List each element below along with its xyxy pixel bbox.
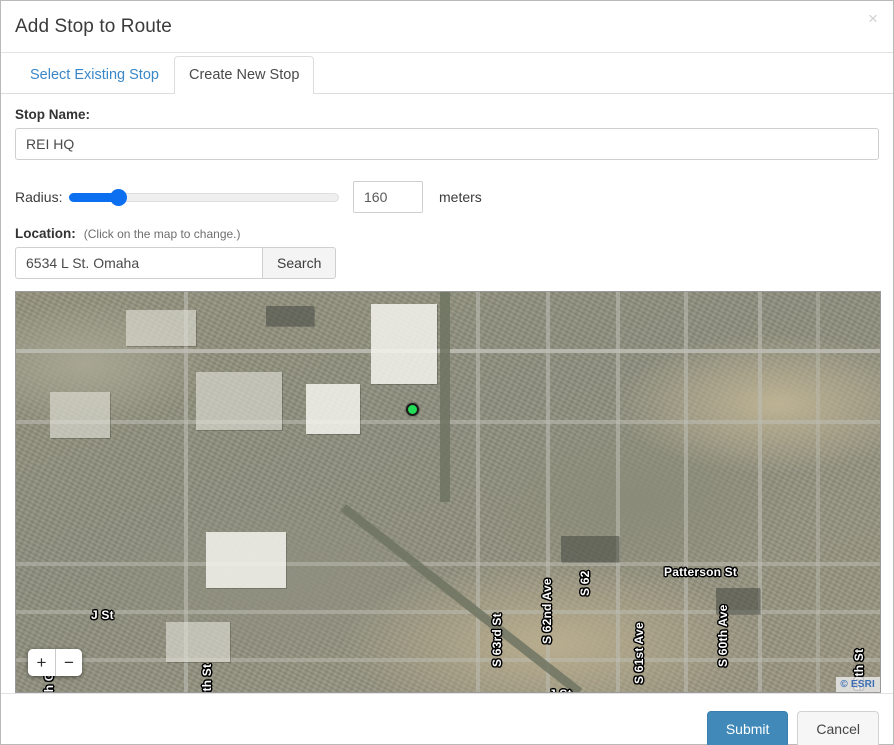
map-building <box>166 622 230 662</box>
location-search-input[interactable] <box>15 247 263 279</box>
radius-label: Radius: <box>15 189 63 205</box>
map-building <box>716 588 760 614</box>
radius-units-label: meters <box>439 189 482 205</box>
radius-slider[interactable] <box>69 187 339 207</box>
map-road <box>684 292 688 692</box>
map-waterway <box>440 292 450 502</box>
map-building <box>126 310 196 346</box>
dialog-title: Add Stop to Route <box>15 15 172 37</box>
cancel-button[interactable]: Cancel <box>797 711 879 745</box>
search-button[interactable]: Search <box>263 247 337 279</box>
tab-create-new-stop[interactable]: Create New Stop <box>173 55 315 94</box>
close-icon[interactable]: × <box>863 9 883 29</box>
map-attribution: © ESRI <box>836 677 880 692</box>
map-zoom-controls: + − <box>28 649 82 676</box>
map-road <box>616 292 620 692</box>
map-building <box>371 304 437 384</box>
location-hint: (Click on the map to change.) <box>83 227 241 241</box>
map-building <box>306 384 360 434</box>
dialog-header: Add Stop to Route × <box>1 1 893 53</box>
map-road <box>16 562 880 566</box>
stop-name-label: Stop Name: <box>15 107 91 122</box>
zoom-out-button[interactable]: − <box>55 649 82 676</box>
location-map[interactable]: J St S 70th Cir S 68th St L St S 63rd St… <box>15 291 881 693</box>
location-label: Location: <box>15 226 76 241</box>
map-building <box>206 532 286 588</box>
add-stop-dialog: Add Stop to Route × Select Existing Stop… <box>0 0 894 745</box>
map-road <box>16 658 880 662</box>
submit-button[interactable]: Submit <box>706 711 789 745</box>
radius-value-input[interactable] <box>353 181 423 213</box>
map-building <box>50 392 110 438</box>
map-building <box>196 372 282 430</box>
zoom-in-button[interactable]: + <box>28 649 55 676</box>
tab-select-existing-stop[interactable]: Select Existing Stop <box>15 56 174 93</box>
dialog-body: Select Existing Stop Create New Stop Sto… <box>1 53 893 693</box>
radius-row: Radius: meters <box>15 180 879 214</box>
dialog-footer: Submit Cancel <box>1 693 893 745</box>
map-road <box>476 292 480 692</box>
map-road <box>546 292 550 692</box>
map-building <box>561 536 619 562</box>
location-search-row: Search <box>15 247 879 279</box>
map-road <box>816 292 820 692</box>
selected-location-marker[interactable] <box>406 403 419 416</box>
map-road <box>758 292 762 692</box>
stop-name-input[interactable] <box>15 128 879 160</box>
radius-slider-thumb[interactable] <box>109 188 127 206</box>
tab-bar: Select Existing Stop Create New Stop <box>1 54 893 94</box>
location-label-row: Location: (Click on the map to change.) <box>15 226 879 241</box>
map-building <box>266 306 314 326</box>
